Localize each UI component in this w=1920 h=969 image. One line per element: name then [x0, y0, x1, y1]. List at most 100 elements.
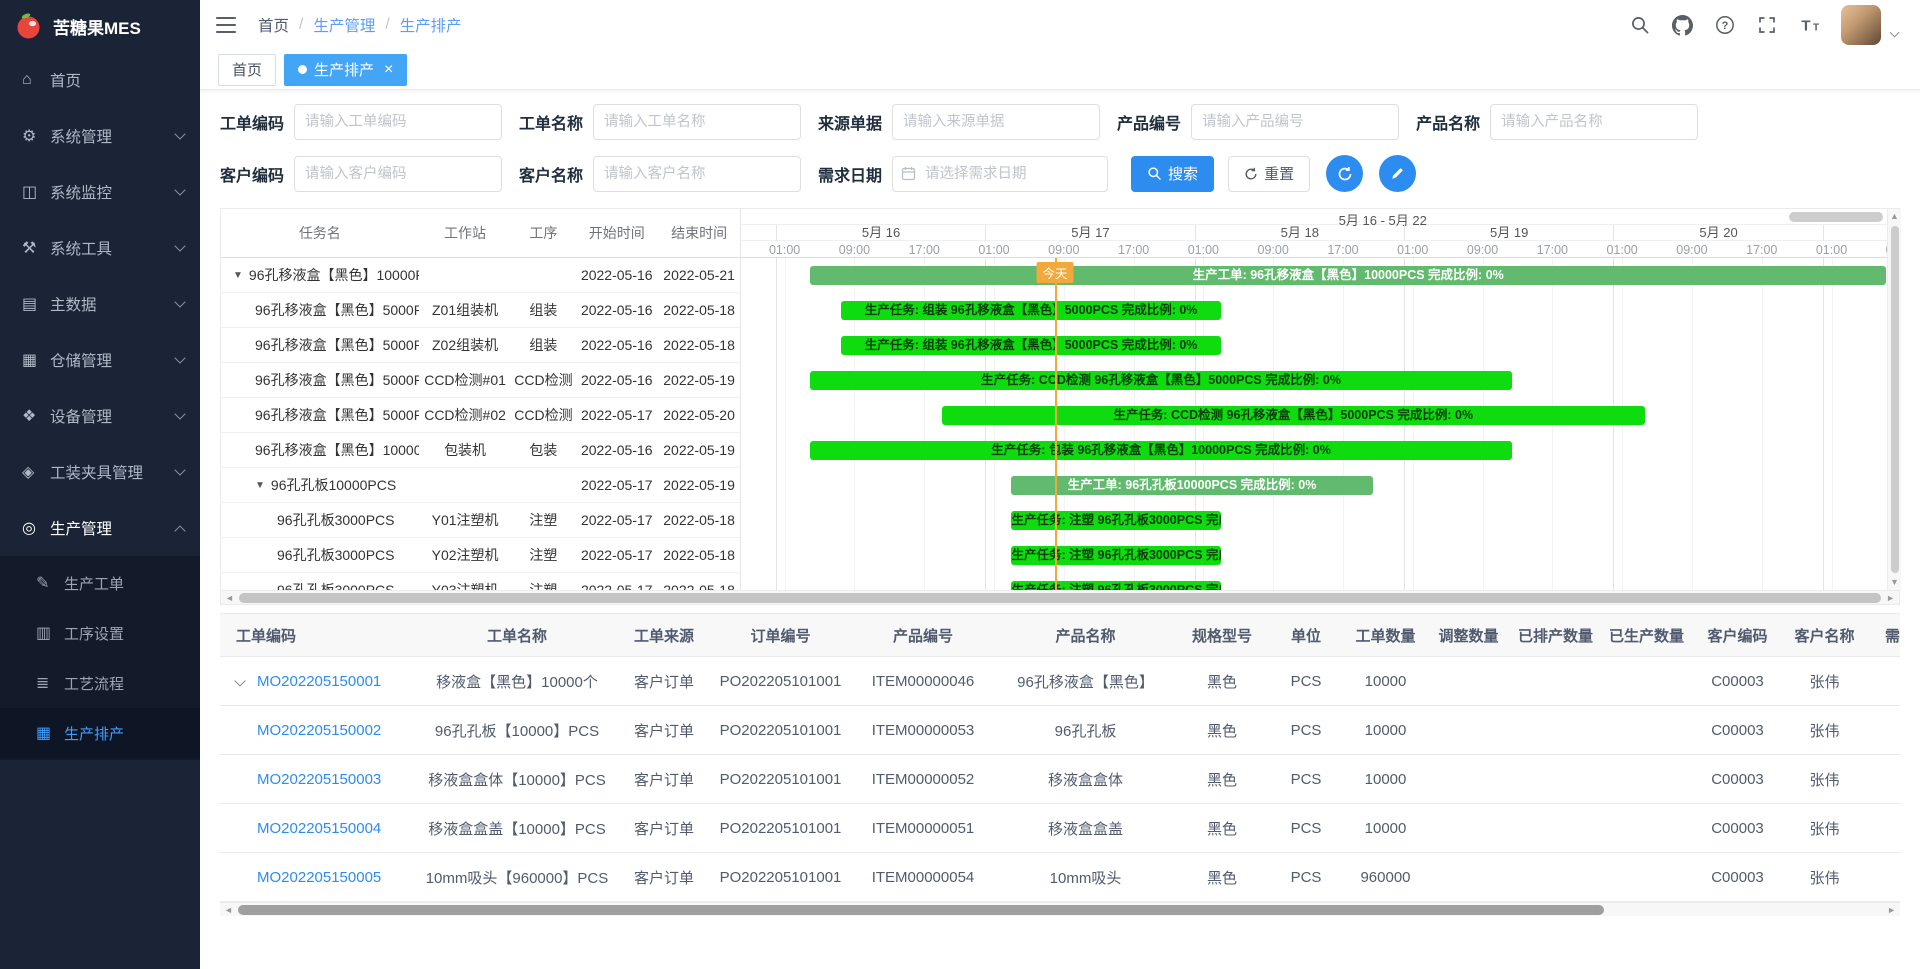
sidebar-subitem-0[interactable]: ✎生产工单: [0, 558, 200, 608]
scroll-right-icon[interactable]: ►: [1887, 905, 1896, 915]
refresh-button[interactable]: [1326, 155, 1363, 192]
gantt-hour-label: 17:00: [909, 243, 940, 257]
gantt-v-scroll-thumb[interactable]: [1891, 226, 1899, 573]
table-row[interactable]: MO202205150001移液盒【黑色】10000个客户订单PO2022051…: [220, 657, 1900, 706]
breadcrumb-production-scheduling[interactable]: 生产排产: [400, 14, 462, 36]
scroll-up-icon[interactable]: ▲: [1890, 209, 1899, 224]
text-input-6[interactable]: [593, 156, 801, 192]
avatar[interactable]: [1841, 5, 1881, 45]
collapse-menu-icon[interactable]: [216, 17, 236, 33]
gantt-order-bar[interactable]: 生产工单: 96孔孔板10000PCS 完成比例: 0%: [1011, 476, 1372, 495]
sidebar-item-6[interactable]: ❖设备管理: [0, 388, 200, 444]
text-input-4[interactable]: [1490, 104, 1698, 140]
gantt-task-row[interactable]: 96孔移液盒【黑色】5000PCSCCD检测#01CCD检测2022-05-16…: [221, 363, 740, 398]
github-icon[interactable]: [1672, 15, 1693, 36]
gantt-task-row[interactable]: 96孔移液盒【黑色】5000PCSZ02组装机组装2022-05-162022-…: [221, 328, 740, 363]
work-order-link[interactable]: MO202205150003: [257, 771, 381, 788]
search-button[interactable]: 搜索: [1131, 156, 1214, 192]
gantt-task-row[interactable]: 96孔移液盒【黑色】5000PCSZ01组装机组装2022-05-162022-…: [221, 293, 740, 328]
today-line: [1055, 258, 1057, 590]
gantt-task-bar[interactable]: 生产任务: CCD检测 96孔移液盒【黑色】5000PCS 完成比例: 0%: [942, 406, 1645, 425]
column-header-1: 工单名称: [416, 625, 618, 646]
scroll-down-icon[interactable]: ▼: [1890, 575, 1899, 590]
expand-row-icon[interactable]: [234, 675, 245, 686]
text-input-3[interactable]: [1191, 104, 1399, 140]
gantt-task-row[interactable]: ▼96孔孔板10000PCS2022-05-172022-05-19: [221, 468, 740, 503]
table-row[interactable]: MO202205150003移液盒盒体【10000】PCS客户订单PO20220…: [220, 755, 1900, 804]
gantt-task-row[interactable]: 96孔孔板3000PCSY03注塑机注塑2022-05-172022-05-18: [221, 573, 740, 590]
work-order-link[interactable]: MO202205150001: [257, 673, 381, 690]
sidebar-item-2[interactable]: ◫系统监控: [0, 164, 200, 220]
sidebar-item-8[interactable]: ◎生产管理: [0, 500, 200, 556]
table-h-scrollbar[interactable]: ◄ ►: [220, 902, 1900, 916]
breadcrumb-home[interactable]: 首页: [258, 14, 289, 36]
table-cell: C00003: [1692, 771, 1783, 788]
date-input[interactable]: [892, 156, 1108, 192]
sidebar-subitem-2[interactable]: ≣工艺流程: [0, 658, 200, 708]
filter-item-5: 客户编码: [220, 156, 502, 192]
gantt-task-bar[interactable]: 生产任务: 注塑 96孔孔板3000PCS 完成比例: 0%: [1011, 546, 1220, 565]
gantt-task-bar[interactable]: 生产任务: 注塑 96孔孔板3000PCS 完成比例: 0%: [1011, 511, 1220, 530]
scroll-left-icon[interactable]: ◄: [225, 593, 234, 603]
sidebar-item-0[interactable]: ⌂首页: [0, 52, 200, 108]
tree-collapse-icon[interactable]: ▼: [255, 480, 265, 491]
gantt-day-label: 5月 17: [985, 225, 1194, 241]
avatar-dropdown-icon[interactable]: [1890, 27, 1900, 37]
task-name-cell: ▼96孔移液盒【黑色】10000PCS: [221, 265, 419, 285]
task-station: 包装机: [419, 440, 512, 460]
work-order-table: 工单编码工单名称工单来源订单编号产品编号产品名称规格型号单位工单数量调整数量已排…: [220, 613, 1900, 916]
gantt-task-row[interactable]: 96孔孔板3000PCSY01注塑机注塑2022-05-172022-05-18: [221, 503, 740, 538]
edit-button[interactable]: [1379, 155, 1416, 192]
sidebar-item-1[interactable]: ⚙系统管理: [0, 108, 200, 164]
work-order-link[interactable]: MO202205150005: [257, 869, 381, 886]
gantt-task-bar[interactable]: 生产任务: CCD检测 96孔移液盒【黑色】5000PCS 完成比例: 0%: [810, 371, 1512, 390]
gantt-task-bar[interactable]: 生产任务: 组装 96孔移液盒【黑色】5000PCS 完成比例: 0%: [841, 336, 1220, 355]
work-order-link[interactable]: MO202205150002: [257, 722, 381, 739]
sidebar-item-7[interactable]: ◈工装夹具管理: [0, 444, 200, 500]
tab-home[interactable]: 首页: [218, 54, 276, 86]
work-order-link[interactable]: MO202205150004: [257, 820, 381, 837]
sidebar-item-3[interactable]: ⚒系统工具: [0, 220, 200, 276]
gantt-hour-label: 01:00: [769, 243, 800, 257]
text-input-5[interactable]: [294, 156, 502, 192]
gantt-task-bar[interactable]: 生产任务: 注塑 96孔孔板3000PCS 完成比例: 0%: [1011, 581, 1220, 590]
text-input-0[interactable]: [294, 104, 502, 140]
sidebar-item-4[interactable]: ▤主数据: [0, 276, 200, 332]
breadcrumb-separator: /: [385, 16, 389, 34]
breadcrumb-production-management[interactable]: 生产管理: [313, 14, 375, 36]
table-row[interactable]: MO202205150004移液盒盒盖【10000】PCS客户订单PO20220…: [220, 804, 1900, 853]
gantt-order-bar[interactable]: 生产工单: 96孔移液盒【黑色】10000PCS 完成比例: 0%: [810, 266, 1887, 285]
gantt-h-scroll-thumb[interactable]: [239, 593, 1881, 603]
table-row[interactable]: MO20220515000510mm吸头【960000】PCS客户订单PO202…: [220, 853, 1900, 902]
sidebar-item-5[interactable]: ▦仓储管理: [0, 332, 200, 388]
task-process: 包装: [511, 440, 575, 460]
fullscreen-icon[interactable]: [1757, 15, 1777, 35]
gantt-task-row[interactable]: 96孔移液盒【黑色】10000PCS包装机包装2022-05-162022-05…: [221, 433, 740, 468]
gantt-task-row[interactable]: 96孔移液盒【黑色】5000PCSCCD检测#02CCD检测2022-05-17…: [221, 398, 740, 433]
gantt-column-header-4: 结束时间: [658, 223, 740, 243]
help-icon[interactable]: ?: [1715, 15, 1735, 35]
text-input-2[interactable]: [892, 104, 1100, 140]
font-size-icon[interactable]: TT: [1799, 15, 1821, 35]
scroll-left-icon[interactable]: ◄: [224, 905, 233, 915]
tab-production-scheduling[interactable]: 生产排产 ×: [284, 54, 407, 86]
gantt-task-row[interactable]: 96孔孔板3000PCSY02注塑机注塑2022-05-172022-05-18: [221, 538, 740, 573]
close-tab-icon[interactable]: ×: [384, 62, 393, 78]
search-icon[interactable]: [1630, 15, 1650, 35]
text-input-1[interactable]: [593, 104, 801, 140]
gantt-v-scrollbar[interactable]: ▲ ▼: [1887, 209, 1901, 590]
reset-button[interactable]: 重置: [1228, 156, 1310, 192]
filter-label: 需求日期: [818, 162, 882, 186]
sidebar-subitem-1[interactable]: ▥工序设置: [0, 608, 200, 658]
tree-collapse-icon[interactable]: ▼: [233, 270, 243, 281]
gantt-range-scrollbar[interactable]: [1789, 212, 1883, 222]
scroll-right-icon[interactable]: ►: [1886, 593, 1895, 603]
gantt-task-bar[interactable]: 生产任务: 组装 96孔移液盒【黑色】5000PCS 完成比例: 0%: [841, 301, 1220, 320]
sidebar-subitem-3[interactable]: ▦生产排产: [0, 708, 200, 758]
column-header-12: 客户编码: [1692, 625, 1783, 646]
gantt-task-bar[interactable]: 生产任务: 包装 96孔移液盒【黑色】10000PCS 完成比例: 0%: [810, 441, 1512, 460]
gantt-task-row[interactable]: ▼96孔移液盒【黑色】10000PCS2022-05-162022-05-21: [221, 258, 740, 293]
table-h-scroll-thumb[interactable]: [238, 905, 1604, 915]
gantt-h-scrollbar[interactable]: ◄ ►: [221, 590, 1899, 604]
table-row[interactable]: MO20220515000296孔孔板【10000】PCS客户订单PO20220…: [220, 706, 1900, 755]
